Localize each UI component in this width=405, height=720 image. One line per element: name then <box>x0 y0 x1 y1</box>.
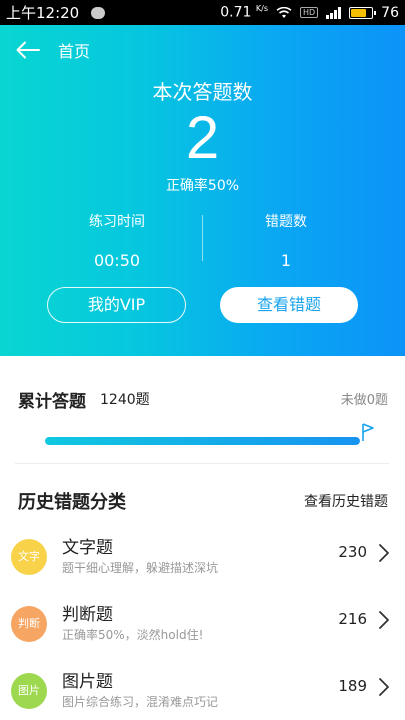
status-bar: 上午12:20 0.71 K/s HD 76 <box>0 0 405 25</box>
wrong-count-value: 1 <box>280 251 292 270</box>
hd-badge: HD <box>299 7 319 18</box>
category-badge: 判断 <box>11 606 47 642</box>
wrong-count-label: 错题数 <box>265 214 307 230</box>
category-row-picture[interactable]: 图片 图片题 图片综合练习，混淆难点巧记 189 <box>0 661 405 720</box>
category-row-judgement[interactable]: 判断 判断题 正确率50%，淡然hold住! 216 <box>0 594 405 660</box>
status-indicators: 0.71 K/s HD 76 <box>220 4 399 21</box>
battery-level: 76 <box>381 4 399 21</box>
back-nav[interactable]: 首页 <box>16 39 90 61</box>
category-count: 189 <box>338 677 367 695</box>
status-time: 上午12:20 <box>6 4 80 22</box>
wrong-count-stat: 错题数 1 <box>211 211 361 270</box>
my-vip-button[interactable]: 我的VIP <box>47 287 186 323</box>
category-row-text[interactable]: 文字 文字题 题干细心理解，躲避描述深坑 230 <box>0 527 405 593</box>
result-header: 首页 本次答题数 2 正确率50% 练习时间 00:50 错题数 1 我的VIP… <box>0 25 405 356</box>
wifi-icon <box>276 6 292 18</box>
category-badge: 图片 <box>11 673 47 709</box>
chevron-right-icon[interactable] <box>378 677 390 697</box>
practice-time-value: 00:50 <box>93 251 141 270</box>
progress-bar <box>45 437 360 445</box>
category-desc: 图片综合练习，混淆难点巧记 <box>62 695 219 709</box>
chevron-right-icon[interactable] <box>378 610 390 630</box>
chevron-right-icon[interactable] <box>378 543 390 563</box>
answer-count-title: 本次答题数 <box>152 80 253 104</box>
view-history-link[interactable]: 查看历史错题 <box>304 491 388 511</box>
back-label[interactable]: 首页 <box>58 38 90 62</box>
signal-icon <box>326 6 342 19</box>
history-title: 历史错题分类 <box>18 492 126 513</box>
category-desc: 正确率50%，淡然hold住! <box>62 628 204 642</box>
network-speed-unit: K/s <box>255 4 268 14</box>
category-count: 230 <box>338 543 367 561</box>
cumulative-title: 累计答题 <box>18 392 86 412</box>
battery-icon <box>349 6 377 19</box>
network-speed-value: 0.71 <box>220 4 252 21</box>
practice-time-label: 练习时间 <box>89 214 145 230</box>
network-speed: 0.71 K/s <box>220 4 268 21</box>
progress-fill <box>45 437 360 445</box>
category-name: 图片题 <box>62 672 113 692</box>
category-count: 216 <box>338 610 367 628</box>
category-badge: 文字 <box>11 539 47 575</box>
category-desc: 题干细心理解，躲避描述深坑 <box>62 561 219 575</box>
accuracy-text: 正确率50% <box>165 178 240 194</box>
stat-divider <box>202 215 203 261</box>
cumulative-count: 1240题 <box>100 392 150 408</box>
category-name: 文字题 <box>62 538 113 558</box>
view-wrong-answers-button[interactable]: 查看错题 <box>220 287 358 323</box>
flag-icon <box>362 423 374 441</box>
remaining-count: 未做0题 <box>340 393 388 408</box>
back-arrow-icon[interactable] <box>16 41 40 59</box>
answer-count-value: 2 <box>185 104 220 171</box>
practice-time-stat: 练习时间 00:50 <box>42 211 192 270</box>
cumulative-section: 累计答题 1240题 未做0题 <box>0 356 405 464</box>
message-icon <box>91 6 106 19</box>
section-divider <box>15 463 389 464</box>
category-name: 判断题 <box>62 605 113 625</box>
